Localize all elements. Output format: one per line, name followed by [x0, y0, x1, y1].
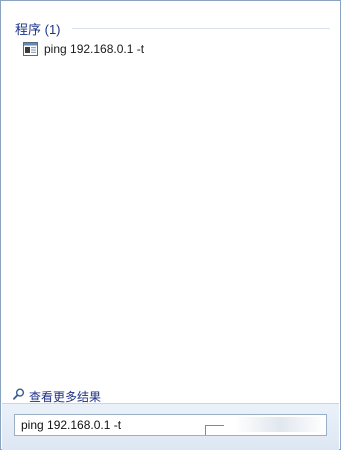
result-item-label: ping 192.168.0.1 -t [44, 42, 145, 56]
see-more-results-label: 查看更多结果 [29, 389, 102, 404]
search-input[interactable] [15, 415, 209, 435]
start-menu-search-panel: 程序 (1) ping 192.168.0.1 -t 查看更多结果 ping 1… [0, 0, 341, 450]
search-results-pane: 程序 (1) ping 192.168.0.1 -t 查看更多结果 [2, 2, 339, 404]
console-window-icon [23, 42, 38, 56]
search-bar-area [2, 403, 339, 450]
result-item-ping[interactable]: ping 192.168.0.1 -t [23, 40, 144, 58]
cursor-mark [205, 425, 224, 435]
glass-highlight [235, 417, 325, 432]
group-divider [72, 28, 330, 29]
search-box [14, 414, 327, 436]
programs-group-header: 程序 (1) [15, 22, 61, 37]
